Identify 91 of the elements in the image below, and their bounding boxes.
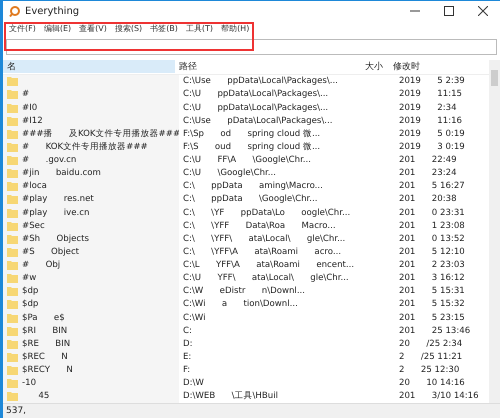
table-cell: 2 25 12:30 xyxy=(399,365,460,376)
table-cell: #play res.net xyxy=(22,194,94,204)
column-header[interactable]: 路径 xyxy=(175,60,323,74)
table-cell: 2019 11:16 xyxy=(399,116,462,126)
column-header[interactable]: 修改时 xyxy=(389,60,489,74)
search-field[interactable] xyxy=(6,39,497,55)
menu-item[interactable]: 搜索(S) xyxy=(114,23,142,34)
table-cell: C:\Use ppData\Local\Packages\... xyxy=(183,76,338,86)
table-cell: 201 22:49 xyxy=(399,155,457,166)
window-title: Everything xyxy=(25,6,80,16)
table-cell: C: xyxy=(183,326,192,336)
table-cell: 2 /25 11:21 xyxy=(399,352,462,362)
scrollbar[interactable] xyxy=(489,60,500,403)
table-cell: C:\ \YFF Data\Roa Macro... xyxy=(183,220,336,231)
table-cell: 2019 11:15 xyxy=(399,89,462,100)
table-cell: # Obj xyxy=(22,260,60,270)
table-cell: 20 10 14:16 xyxy=(399,378,465,388)
column-header[interactable]: 名 xyxy=(3,60,175,74)
table-cell: #S Object xyxy=(22,246,80,257)
table-cell: D:\W xyxy=(183,378,204,388)
table-cell: 20 /25 2:34 xyxy=(399,338,462,349)
table-cell: 2019 3 0:19 xyxy=(399,142,465,152)
table-cell: C:\U ppData\Local\Packages\... xyxy=(183,89,328,100)
table-cell: #I12 xyxy=(22,116,43,126)
table-cell: 201 2 23:03 xyxy=(399,260,465,270)
menu-item[interactable]: 编辑(E) xyxy=(44,23,72,34)
table-cell: #jin baidu.com xyxy=(22,168,101,178)
table-cell: #I0 xyxy=(22,102,38,113)
table-cell: C:\Use pData\Local\Packages\... xyxy=(183,116,332,126)
table-cell: -10 xyxy=(22,378,36,388)
table-cell: $RECY N xyxy=(22,365,73,376)
table-cell: 2019 5 0:19 xyxy=(399,128,465,139)
menu-item[interactable]: 书签(B) xyxy=(150,23,178,34)
table-cell: 201 5 16:27 xyxy=(399,181,465,192)
table-cell: $RE BIN xyxy=(22,338,70,349)
table-cell: C:\ ppData \Google\Chr... xyxy=(183,194,318,204)
table-cell: 201 3/10 14:16 xyxy=(399,391,479,402)
table-cell: $dp xyxy=(22,286,38,296)
table-cell: C:\ ppData aming\Macro... xyxy=(183,181,323,192)
menu-item[interactable]: 查看(V) xyxy=(79,23,107,34)
menu-item[interactable]: 文件(F) xyxy=(9,23,36,34)
table-cell: 201 23:24 xyxy=(399,168,457,178)
table-cell: 201 20:38 xyxy=(399,194,457,204)
table-cell: 201 1 23:08 xyxy=(399,220,465,231)
table-cell: 201 5 23:15 xyxy=(399,312,465,323)
table-cell: C:\Wi xyxy=(183,312,206,323)
table-cell: $Pa e$ xyxy=(22,312,65,323)
table-cell: 2019 2:34 xyxy=(399,102,457,113)
table-cell: C:\U YFF\ ata\Local\ gle\Chr... xyxy=(183,273,349,284)
table-cell: F:\Sp od spring cloud 微... xyxy=(183,128,320,139)
status-text: 537, xyxy=(6,406,26,416)
app-icon xyxy=(9,6,20,16)
table-cell: E: xyxy=(183,352,192,362)
table-cell: 201 5 15:31 xyxy=(399,286,465,296)
table-cell: #Sh Objects xyxy=(22,234,89,244)
maximize-icon xyxy=(444,6,454,16)
table-cell: C:\Wi a tion\Downl... xyxy=(183,299,298,310)
menu-item[interactable]: 帮助(H) xyxy=(221,23,250,34)
table-cell: 201 25 13:46 xyxy=(399,326,470,336)
table-cell: 201 0 23:31 xyxy=(399,208,465,218)
table-cell: D: xyxy=(183,338,193,349)
table-cell: F: xyxy=(183,365,190,376)
table-cell: #loca xyxy=(22,181,47,192)
table-cell: # .gov.cn xyxy=(22,155,76,166)
table-cell: C:\L YFF\A ata\Roami encent... xyxy=(183,260,354,270)
table-cell: # xyxy=(22,89,30,100)
table-cell: #w xyxy=(22,273,36,284)
table-cell: # KOK文件专用播放器### xyxy=(22,140,148,153)
table-cell: 201 5 15:32 xyxy=(399,299,465,310)
table-cell: #play ive.cn xyxy=(22,208,90,218)
close-icon xyxy=(478,6,488,16)
table-cell: D:\WEB \工具\HBuil xyxy=(183,391,278,402)
table-cell: C:\ \YFF\A ata\Roami acro... xyxy=(183,246,342,257)
table-cell: $dp xyxy=(22,299,38,310)
table-cell: 201 5 12:10 xyxy=(399,246,465,257)
table-cell: 201 3 16:12 xyxy=(399,273,465,284)
table-cell: F:\S oud spring cloud 微... xyxy=(183,142,320,152)
column-header[interactable]: 大小 xyxy=(323,60,389,74)
table-cell: C:\ \YFF\ ata\Local\ gle\Chr... xyxy=(183,234,346,244)
table-cell: $REC N xyxy=(22,352,68,362)
table-cell: #Sec xyxy=(22,220,45,231)
table-cell: C:\W eDistr n\Downl... xyxy=(183,286,306,296)
table-cell: C:\ \YF ppData\Lo oogle\Chr... xyxy=(183,208,350,218)
table-cell: C:\U \Google\Chr... xyxy=(183,168,276,178)
table-cell: C:\U FF\A \Google\Chr... xyxy=(183,155,312,166)
table-cell: 201 0 13:52 xyxy=(399,234,465,244)
table-cell: $RI BIN xyxy=(22,326,68,336)
menu-item[interactable]: 工具(T) xyxy=(186,23,214,34)
table-cell: 2019 5 2:39 xyxy=(399,76,465,86)
table-cell: C:\U ppData\Local\Packages\... xyxy=(183,102,328,113)
table-cell-text: 45 xyxy=(37,391,50,402)
